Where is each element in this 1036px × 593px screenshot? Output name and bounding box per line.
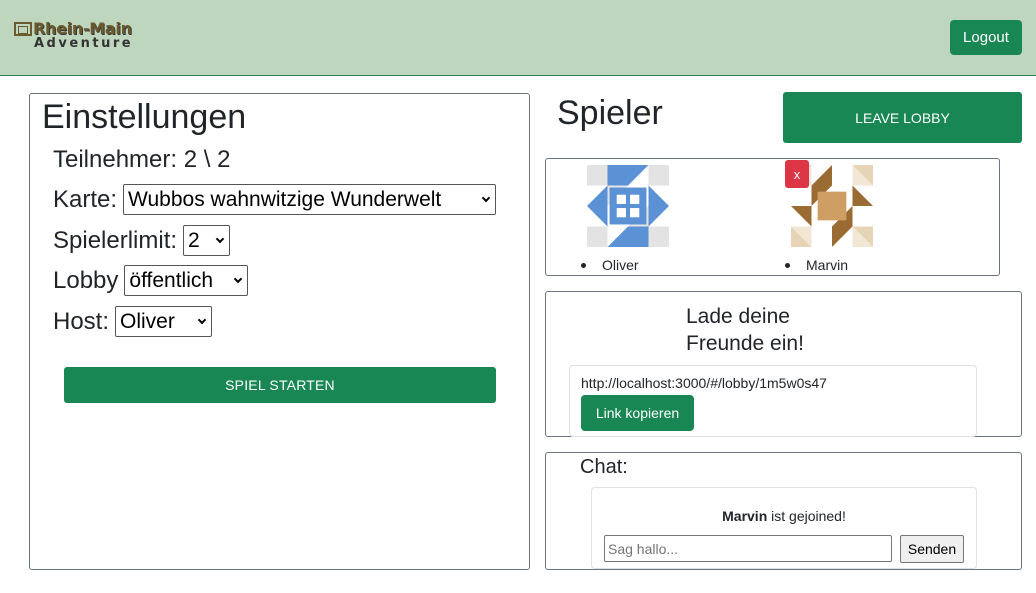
settings-title: Einstellungen — [42, 98, 247, 136]
participants-label: Teilnehmer: 2 \ 2 — [53, 146, 231, 173]
host-value: Oliver — [120, 309, 175, 333]
host-label: Host: — [53, 307, 110, 335]
chat-message: Marvin ist gejoined! — [592, 508, 976, 524]
player-limit-label: Spielerlimit: — [53, 226, 178, 254]
settings-panel: Einstellungen Teilnehmer: 2 \ 2 Karte: W… — [29, 93, 530, 570]
player-card: Oliver — [576, 159, 716, 275]
list-bullet — [581, 263, 586, 268]
chat-input[interactable] — [604, 535, 892, 562]
lobby-visibility-select[interactable]: öffentlich — [124, 265, 249, 296]
maze-logo-icon — [14, 22, 32, 36]
map-label: Karte: — [53, 185, 118, 213]
invite-title: Lade deine Freunde ein! — [686, 305, 804, 355]
lobby-row: Lobby öffentlich — [53, 265, 249, 296]
players-panel: Oliver Marvin x — [545, 158, 1000, 276]
top-navbar: Rhein-Main Adventure Logout — [0, 0, 1036, 76]
chevron-down-icon — [234, 274, 243, 284]
player-limit-select[interactable]: 2 — [183, 225, 231, 256]
list-bullet — [785, 263, 790, 268]
chat-box: Marvin ist gejoined! Senden — [591, 487, 977, 569]
host-select[interactable]: Oliver — [115, 306, 213, 337]
chat-title: Chat: — [580, 456, 628, 478]
copy-link-button[interactable]: Link kopieren — [581, 395, 694, 431]
players-title: Spieler — [557, 94, 663, 132]
logout-button[interactable]: Logout — [950, 20, 1022, 55]
player-name: Marvin — [806, 257, 849, 273]
chat-message-user: Marvin — [722, 508, 768, 524]
player-name: Oliver — [602, 257, 639, 273]
lobby-visibility-value: öffentlich — [129, 268, 214, 292]
send-button[interactable]: Senden — [900, 535, 964, 563]
invite-link: http://localhost:3000/#/lobby/1m5w0s47 — [581, 375, 827, 391]
lobby-label: Lobby — [53, 266, 119, 294]
chat-message-text: ist gejoined! — [767, 508, 846, 524]
chevron-down-icon — [215, 234, 225, 244]
host-row: Host: Oliver — [53, 306, 213, 337]
map-select[interactable]: Wubbos wahnwitzige Wunderwelt — [123, 184, 497, 215]
map-select-value: Wubbos wahnwitzige Wunderwelt — [128, 187, 442, 211]
invite-link-box: http://localhost:3000/#/lobby/1m5w0s47 L… — [569, 365, 977, 437]
map-row: Karte: Wubbos wahnwitzige Wunderwelt — [53, 184, 497, 215]
app-logo[interactable]: Rhein-Main Adventure — [14, 19, 144, 55]
participants-row: Teilnehmer: 2 \ 2 — [53, 146, 230, 174]
kick-player-button[interactable]: x — [785, 160, 809, 188]
player-limit-value: 2 — [188, 228, 200, 252]
chevron-down-icon — [197, 315, 207, 325]
logo-subtitle: Adventure — [34, 36, 134, 51]
leave-lobby-button[interactable]: LEAVE LOBBY — [783, 92, 1022, 143]
invite-panel: Lade deine Freunde ein! http://localhost… — [545, 291, 1022, 437]
identicon-blue-icon — [587, 165, 669, 247]
chevron-down-icon — [481, 193, 491, 203]
player-limit-row: Spielerlimit: 2 — [53, 225, 231, 256]
start-game-button[interactable]: SPIEL STARTEN — [64, 367, 496, 403]
chat-panel: Chat: Marvin ist gejoined! Senden — [545, 452, 1022, 570]
